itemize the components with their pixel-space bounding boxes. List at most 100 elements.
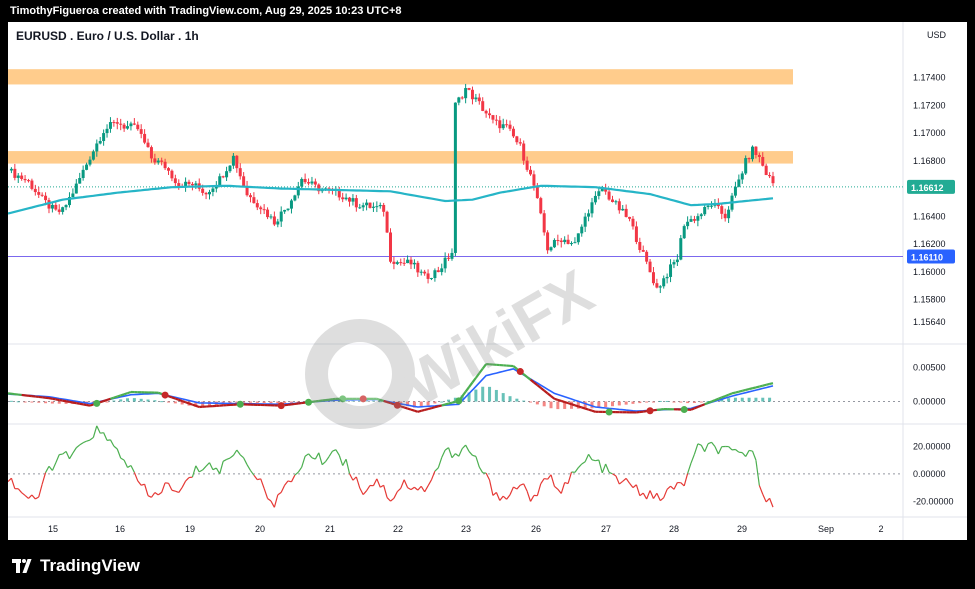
osc1-main-line-segment <box>564 401 569 405</box>
osc1-cross-down-dot <box>646 407 654 415</box>
candle <box>450 252 454 259</box>
time-tick-label: 26 <box>531 524 541 534</box>
osc2-line-segment <box>280 484 286 493</box>
candle <box>508 124 512 129</box>
osc1-histogram-bar <box>488 386 492 402</box>
osc2-line-segment <box>475 456 480 468</box>
osc1-main-line-segment <box>181 399 186 404</box>
osc1-histogram-bar <box>494 389 498 402</box>
osc2-tick-label: -20.00000 <box>913 496 954 506</box>
osc1-main-line-segment <box>99 400 104 404</box>
osc2-line-segment <box>150 492 156 498</box>
candle <box>74 183 78 194</box>
candle <box>696 216 700 221</box>
osc2-line-segment <box>157 491 163 496</box>
osc2-line-segment <box>287 480 292 483</box>
osc2-line-segment <box>516 484 521 490</box>
osc2-line-segment <box>478 466 484 474</box>
osc2-line-segment <box>591 459 596 462</box>
osc2-line-segment <box>427 479 433 487</box>
candle <box>348 197 352 202</box>
resistance-zones <box>8 69 793 164</box>
osc1-tick-label: 0.00000 <box>913 397 946 407</box>
osc2-line-segment <box>202 465 207 471</box>
osc1-main-line-segment <box>62 399 67 403</box>
candle <box>470 89 474 100</box>
grid <box>8 22 967 540</box>
osc2-line-segment <box>297 466 303 473</box>
osc1-histogram-bar <box>747 397 751 402</box>
candle <box>522 143 526 161</box>
candle <box>341 197 345 200</box>
chart-canvas[interactable]: WikiFX USD 1.17400 1.17200 1.17000 1.16800 1… <box>7 22 967 540</box>
candle <box>242 176 246 187</box>
osc2-line-segment <box>103 432 108 441</box>
osc2-line-segment <box>598 459 603 474</box>
osc2-line-segment <box>506 494 511 500</box>
osc2-line-segment <box>175 490 179 494</box>
osc2-line-segment <box>577 463 583 469</box>
osc1-histogram-bar <box>50 401 54 404</box>
osc2-line-segment <box>86 439 91 442</box>
osc2-line-segment <box>461 444 467 450</box>
time-tick-label: 29 <box>737 524 747 534</box>
osc2-line-segment <box>205 462 210 467</box>
osc2-line-segment <box>509 486 514 496</box>
osc1-histogram-bar <box>651 401 655 403</box>
osc1-main-line-segment <box>65 400 70 403</box>
candle <box>689 219 693 222</box>
price-tick-label: 1.17400 <box>913 73 946 83</box>
osc1-cross-down-dot <box>161 391 169 399</box>
time-tick-label: 19 <box>185 524 195 534</box>
osc1-main-line-segment <box>110 396 115 400</box>
osc2-line-segment <box>635 484 641 496</box>
tradingview-brand[interactable]: TradingView <box>12 556 140 576</box>
candle <box>354 198 358 208</box>
osc2-line-segment <box>762 494 767 503</box>
candle <box>768 175 772 177</box>
osc2-line-segment <box>451 453 456 459</box>
price-tick-label: 1.16400 <box>913 211 946 221</box>
candle <box>289 200 293 209</box>
chart-area[interactable]: WikiFX USD 1.17400 1.17200 1.17000 1.16800 1… <box>7 22 967 540</box>
candle <box>665 276 669 279</box>
candle <box>204 192 208 195</box>
level-price-tag-label: 1.16110 <box>911 253 943 263</box>
candle <box>283 209 287 212</box>
osc2-line-segment <box>615 475 620 485</box>
osc1-cross-up-dot <box>680 406 688 414</box>
osc2-line-segment <box>198 469 203 473</box>
osc1-main-line-segment <box>127 390 132 395</box>
candle <box>235 155 239 169</box>
candle <box>566 239 570 244</box>
osc1-histogram-bar <box>9 400 13 402</box>
osc2-line-segment <box>161 482 166 493</box>
candle <box>501 124 505 129</box>
osc2-line-segment <box>109 439 115 447</box>
osc1-main-line-segment <box>113 395 118 399</box>
candle <box>33 188 37 193</box>
osc2-line-segment <box>284 480 289 486</box>
candle <box>20 175 24 179</box>
osc1-main-line-segment <box>79 402 84 406</box>
candle <box>406 259 410 264</box>
osc2-line-segment <box>465 444 470 452</box>
candle <box>310 181 314 184</box>
osc2-line-segment <box>301 456 306 468</box>
footer: TradingView <box>0 540 975 589</box>
osc1-main-line-segment <box>48 397 53 400</box>
osc2-line-segment <box>267 497 272 502</box>
last-price-tag-label: 1.16612 <box>911 183 944 193</box>
candle <box>498 120 502 129</box>
osc2-line-segment <box>554 485 559 490</box>
osc1-histogram-bar <box>515 398 519 402</box>
axes: USD 1.174001.172001.170001.168001.164001… <box>48 30 954 534</box>
osc2-line-segment <box>673 482 678 490</box>
osc1-main-line-segment <box>741 388 746 392</box>
osc2-line-segment <box>171 489 176 492</box>
osc1-histogram-bar <box>692 401 696 403</box>
candle <box>248 195 252 198</box>
osc2-line-segment <box>707 441 712 445</box>
candle <box>655 283 659 288</box>
osc2-line-segment <box>366 485 371 492</box>
